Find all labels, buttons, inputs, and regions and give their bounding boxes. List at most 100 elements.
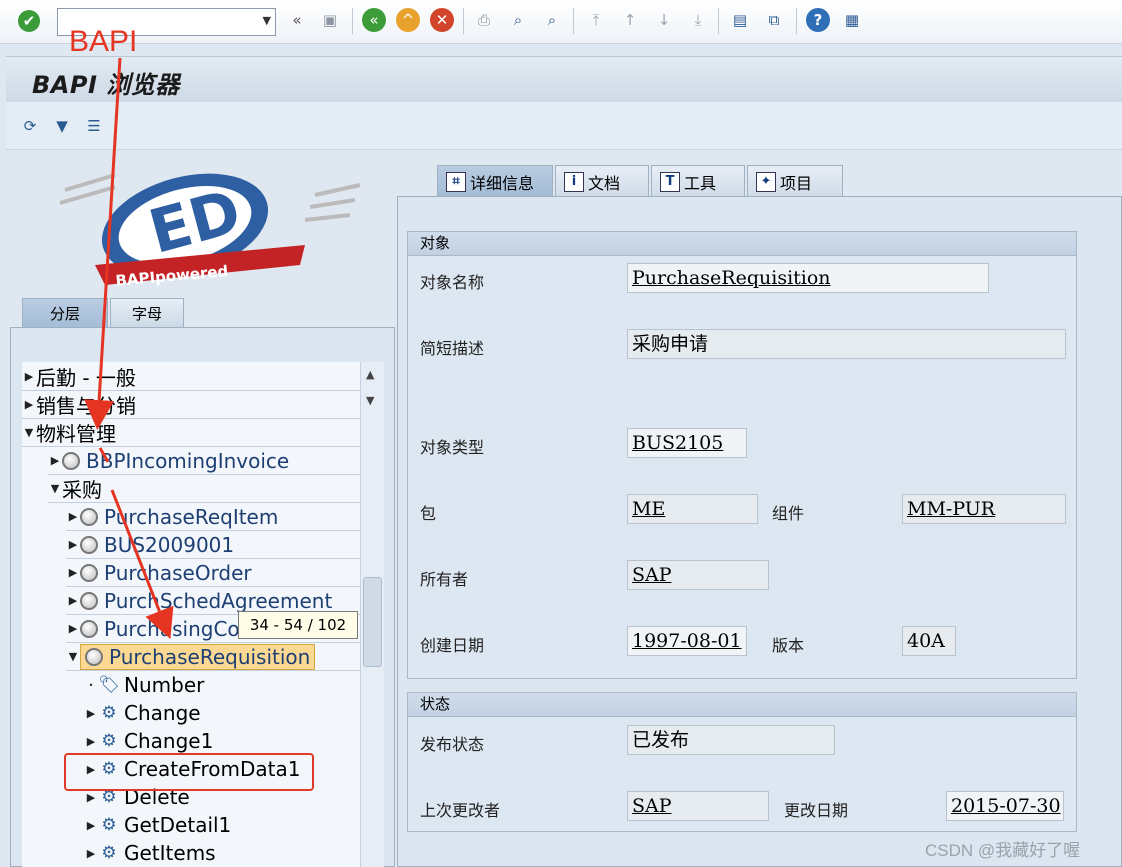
project-icon: ✦ [756, 171, 776, 192]
tab-tools[interactable]: T 工具 [651, 165, 745, 197]
tree-node-selected[interactable]: ▼ PurchaseRequisition [66, 643, 360, 671]
tree-node-label: PurchSchedAgreement [104, 588, 333, 613]
short-desc-field[interactable]: 采购申请 [627, 329, 1066, 359]
page-title: BAPI 浏览器 [32, 71, 180, 99]
last-changed-by-field[interactable]: SAP [627, 791, 769, 821]
system-toolbar: ✔ ▼ « ▣ « ^ ✕ ⎙ ⌕ ⌕ ⤒ ↑ ↓ ⤓ ▤ ⧉ ? ▦ [0, 0, 1122, 44]
expanded-triangle-icon[interactable]: ▼ [22, 426, 36, 439]
collapsed-triangle-icon[interactable]: ▶ [66, 538, 80, 551]
shortcut-icon[interactable]: ⧉ [762, 8, 786, 32]
business-object-icon [80, 563, 98, 582]
business-object-icon [80, 591, 98, 610]
business-object-icon [62, 451, 80, 470]
created-on-field[interactable]: 1997-08-01 [627, 626, 747, 656]
tree-node-label: PurchaseRequisition [109, 644, 311, 669]
find-icon[interactable]: ⌕ [506, 8, 530, 32]
refresh-icon[interactable]: ⟳ [18, 114, 42, 138]
tab-project[interactable]: ✦ 项目 [747, 165, 843, 197]
tree-node[interactable]: ▶ ⚙ Change1 [84, 727, 214, 755]
help-icon[interactable]: ? [806, 8, 830, 32]
scroll-down-icon[interactable]: ▼ [366, 394, 374, 407]
tab-alphabetical[interactable]: 字母 [110, 298, 184, 328]
detail-icon: ⌗ [446, 171, 466, 192]
tree-node[interactable]: ▶ ⚙ GetItems [84, 839, 216, 867]
tree-node-label: 销售与分销 [36, 394, 136, 418]
expanded-triangle-icon[interactable]: ▼ [48, 482, 62, 495]
cancel-icon[interactable]: ✕ [430, 8, 454, 32]
collapsed-triangle-icon[interactable]: ▶ [84, 847, 98, 860]
collapsed-triangle-icon[interactable]: ▶ [84, 791, 98, 804]
scroll-thumb[interactable] [363, 577, 382, 667]
bapi-powered-logo: ED BAPIpowered [59, 173, 361, 290]
tree-node-label: BUS2009001 [104, 532, 235, 557]
last-page-icon[interactable]: ⤓ [686, 8, 710, 32]
tree-node[interactable]: ▶ 销售与分销 [22, 391, 360, 419]
collapsed-triangle-icon[interactable]: ▶ [84, 735, 98, 748]
tab-label: 详细信息 [470, 173, 535, 193]
tab-label: 分层 [49, 305, 80, 323]
tree-node[interactable]: ▶ BUS2009001 [66, 531, 360, 559]
exit-icon[interactable]: ^ [396, 8, 420, 32]
tree-node-label: 后勤 - 一般 [36, 366, 136, 390]
package-label: 包 [420, 504, 437, 523]
tab-documentation[interactable]: i 文档 [555, 165, 649, 197]
tree-node[interactable]: ▶ 后勤 - 一般 [22, 363, 360, 391]
filter-icon[interactable]: ▼ [50, 114, 74, 138]
tree-node[interactable]: ▶ BBPIncomingInvoice [48, 447, 360, 475]
next-page-icon[interactable]: ↓ [652, 8, 676, 32]
tree-node-label: Number [124, 673, 205, 697]
collapsed-triangle-icon[interactable]: ▶ [48, 454, 62, 467]
scroll-up-icon[interactable]: ▲ [366, 368, 374, 381]
business-object-icon [80, 507, 98, 526]
release-status-field[interactable]: 已发布 [627, 725, 835, 755]
find-next-icon[interactable]: ⌕ [540, 8, 564, 32]
method-gear-icon: ⚙ [101, 731, 117, 751]
object-type-field[interactable]: BUS2105 [627, 428, 747, 458]
collapsed-triangle-icon[interactable]: ▶ [66, 566, 80, 579]
customize-icon[interactable]: ▦ [840, 8, 864, 32]
application-toolbar: ⟳ ▼ ☰ [6, 102, 1122, 150]
check-icon[interactable]: ✔ [18, 10, 40, 32]
collapsed-triangle-icon[interactable]: ▶ [84, 819, 98, 832]
list-icon[interactable]: ☰ [82, 114, 106, 138]
release-field[interactable]: 40A [902, 626, 956, 656]
tree-node[interactable]: • 🏷 Number [84, 671, 205, 699]
save-icon[interactable]: ▣ [318, 8, 342, 32]
print-icon[interactable]: ⎙ [472, 8, 496, 32]
expanded-triangle-icon[interactable]: ▼ [66, 650, 80, 663]
tree-node[interactable]: ▼ 物料管理 [22, 419, 360, 447]
owner-field[interactable]: SAP [627, 560, 769, 590]
component-field[interactable]: MM-PUR [902, 494, 1066, 524]
tab-details[interactable]: ⌗ 详细信息 [437, 165, 553, 197]
new-session-icon[interactable]: ▤ [728, 8, 752, 32]
tree-node[interactable]: ▶ ⚙ GetDetail1 [84, 811, 232, 839]
tab-hierarchy[interactable]: 分层 [22, 298, 108, 328]
object-name-label: 对象名称 [420, 273, 485, 292]
first-page-icon[interactable]: ⤒ [584, 8, 608, 32]
collapsed-triangle-icon[interactable]: ▶ [84, 707, 98, 720]
collapsed-triangle-icon[interactable]: ▶ [66, 622, 80, 635]
tree-node[interactable]: ▶ PurchaseReqItem [66, 503, 360, 531]
title-bar: BAPI 浏览器 [6, 56, 1122, 102]
object-name-field[interactable]: PurchaseRequisition [627, 263, 989, 293]
collapsed-triangle-icon[interactable]: ▶ [66, 594, 80, 607]
dropdown-arrow-icon[interactable]: ▼ [263, 14, 271, 27]
tab-label: 工具 [684, 173, 717, 193]
selected-node[interactable]: PurchaseRequisition [80, 643, 316, 670]
scroll-position-tooltip: 34 - 54 / 102 [238, 611, 358, 639]
back-icon[interactable]: « [362, 8, 386, 32]
prev-page-icon[interactable]: ↑ [618, 8, 642, 32]
tools-icon: T [660, 171, 680, 192]
object-type-label: 对象类型 [420, 438, 485, 457]
package-field[interactable]: ME [627, 494, 758, 524]
tree-node[interactable]: ▶ ⚙ Change [84, 699, 201, 727]
tree-node[interactable]: ▼ 采购 [48, 475, 360, 503]
tree-node[interactable]: ▶ PurchaseOrder [66, 559, 360, 587]
business-object-icon [80, 535, 98, 554]
collapsed-triangle-icon[interactable]: ▶ [66, 510, 80, 523]
changed-on-field[interactable]: 2015-07-30 [946, 791, 1064, 821]
tree-scrollbar[interactable]: ▲ ▼ [360, 362, 384, 867]
collapsed-triangle-icon[interactable]: ▶ [22, 398, 36, 411]
collapsed-triangle-icon[interactable]: ▶ [22, 370, 36, 383]
back-double-icon[interactable]: « [285, 8, 309, 32]
